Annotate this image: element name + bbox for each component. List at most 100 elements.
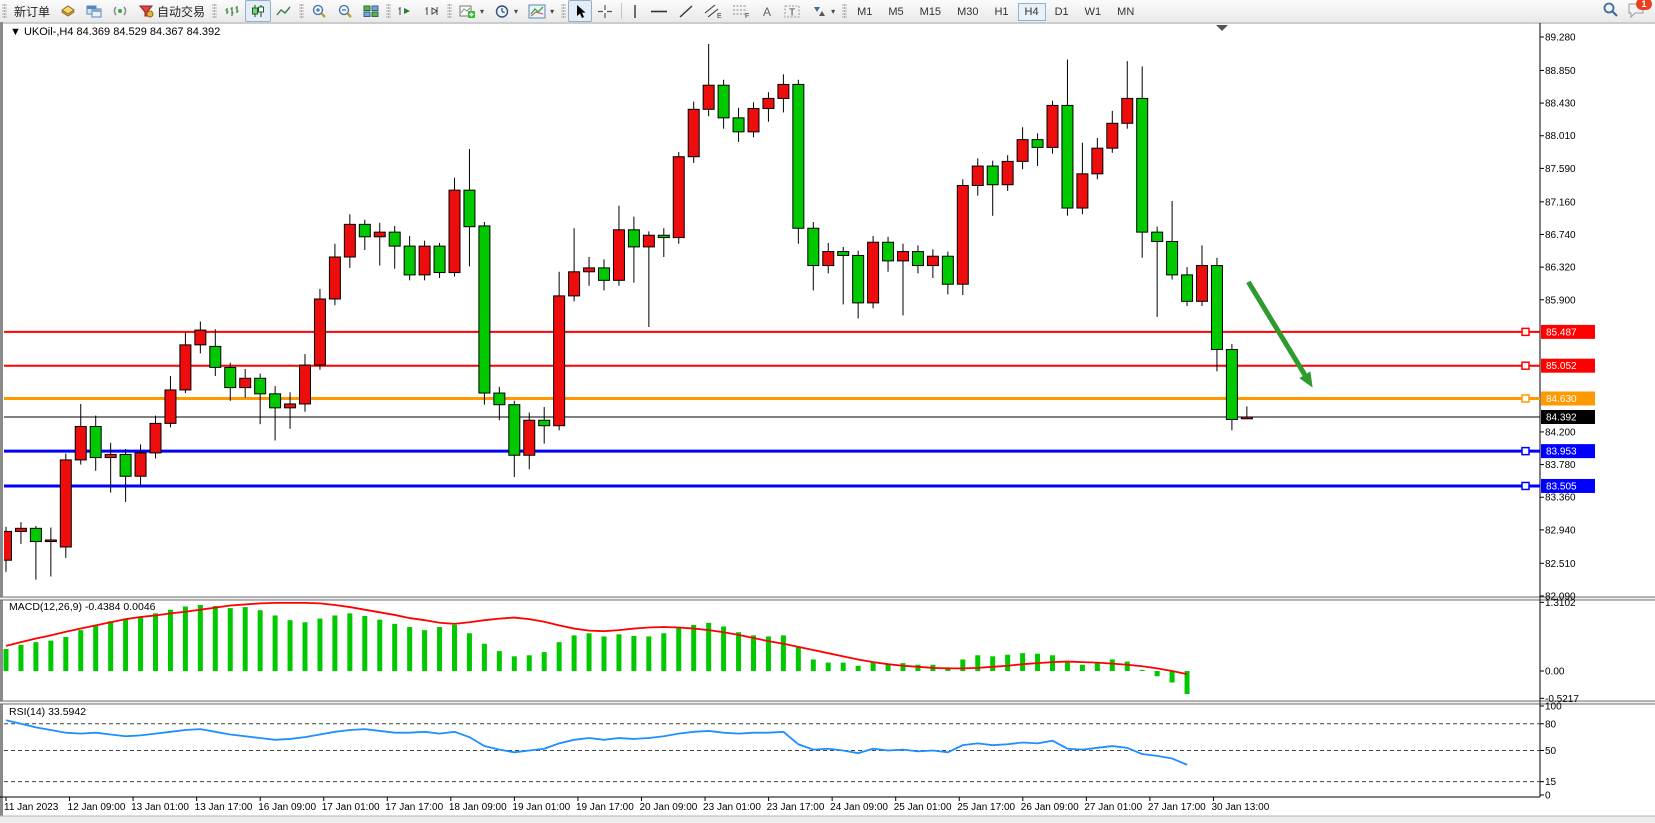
support-2-handle[interactable]	[1522, 482, 1529, 489]
timeframe-M5[interactable]: M5	[881, 3, 910, 21]
candle	[374, 232, 385, 237]
macd-histogram-bar	[347, 613, 352, 671]
period-button[interactable]: ▾	[489, 0, 523, 22]
timeframe-M30[interactable]: M30	[950, 3, 985, 21]
cursor-button[interactable]	[568, 0, 592, 22]
macd-histogram-bar	[437, 627, 442, 671]
macd-histogram-bar	[1080, 665, 1085, 671]
rsi-axis-label: 80	[1545, 719, 1557, 730]
depth-of-market-button[interactable]	[55, 0, 81, 22]
macd-histogram-bar	[362, 616, 367, 671]
macd-histogram-bar	[303, 622, 308, 671]
time-axis-label: 30 Jan 13:00	[1211, 802, 1269, 813]
window-border-left	[0, 22, 3, 816]
macd-histogram-bar	[198, 605, 203, 671]
candle	[1032, 140, 1043, 148]
candle	[823, 252, 834, 266]
timeframe-M1[interactable]: M1	[850, 3, 879, 21]
timeframe-H4[interactable]: H4	[1018, 3, 1046, 21]
text-label-button[interactable]: T	[779, 0, 806, 22]
candle	[688, 109, 699, 156]
resistance-2-handle[interactable]	[1522, 362, 1529, 369]
candle	[838, 252, 849, 256]
pivot-orange-handle[interactable]	[1522, 395, 1529, 402]
fibonacci-icon: F	[732, 3, 750, 19]
candle	[673, 157, 684, 238]
chart-canvas[interactable]: 89.28088.85088.43088.01087.59087.16086.7…	[0, 22, 1655, 823]
terminal-windows-button[interactable]	[81, 0, 107, 22]
resistance-1-handle[interactable]	[1522, 328, 1529, 335]
macd-histogram-bar	[1050, 655, 1055, 671]
template-button[interactable]: ▾	[523, 0, 559, 22]
macd-histogram-bar	[228, 608, 233, 671]
search-icon[interactable]	[1602, 1, 1619, 21]
tile-windows-button[interactable]	[358, 0, 384, 22]
candle	[1182, 275, 1193, 301]
line-chart-button[interactable]	[271, 0, 297, 22]
candle	[1077, 174, 1088, 208]
macd-histogram-bar	[317, 619, 322, 671]
candle	[1226, 350, 1237, 420]
macd-histogram-bar	[78, 630, 83, 671]
macd-histogram-bar	[452, 625, 457, 671]
main-toolbar: 新订单 自动交易 ▾ ▾	[0, 0, 1655, 23]
chart-window[interactable]: 89.28088.85088.43088.01087.59087.16086.7…	[0, 22, 1655, 823]
text-button[interactable]: A	[755, 0, 779, 22]
trendline-button[interactable]	[673, 0, 699, 22]
time-axis-label: 23 Jan 17:00	[767, 802, 825, 813]
timeframe-D1[interactable]: D1	[1048, 3, 1076, 21]
price-tick-label: 83.360	[1545, 493, 1576, 504]
candle	[15, 528, 26, 531]
zoom-out-button[interactable]	[332, 0, 358, 22]
timeframe-W1[interactable]: W1	[1078, 3, 1109, 21]
macd-histogram-bar	[871, 663, 876, 671]
candle	[464, 190, 475, 227]
timeframe-MN[interactable]: MN	[1110, 3, 1141, 21]
macd-histogram-bar	[572, 635, 577, 671]
new-order-button[interactable]: 新订单	[9, 0, 55, 22]
macd-histogram-bar	[646, 636, 651, 671]
auto-scroll-button[interactable]	[393, 0, 419, 22]
crosshair-button[interactable]	[592, 0, 618, 22]
resistance-2-tag-label: 85.052	[1546, 361, 1577, 372]
macd-histogram-bar	[243, 607, 248, 671]
macd-histogram-bar	[497, 651, 502, 671]
autotrade-button[interactable]: 自动交易	[133, 0, 210, 22]
vertical-line-button[interactable]	[625, 0, 645, 22]
bar-chart-button[interactable]	[219, 0, 245, 22]
price-tick-label: 82.940	[1545, 525, 1576, 536]
fibonacci-button[interactable]: F	[727, 0, 755, 22]
macd-histogram-bar	[183, 607, 188, 671]
equidistant-channel-button[interactable]: E	[699, 0, 727, 22]
price-tick-label: 84.200	[1545, 427, 1576, 438]
candle	[808, 228, 819, 265]
toolbar-grip	[447, 3, 452, 19]
zoom-in-button[interactable]	[306, 0, 332, 22]
add-indicator-button[interactable]: ▾	[454, 0, 489, 22]
candle	[898, 252, 909, 261]
candle	[479, 226, 490, 393]
candle-chart-button[interactable]	[245, 0, 271, 22]
arrows-button[interactable]: ▾	[806, 0, 840, 22]
horizontal-line-button[interactable]	[645, 0, 673, 22]
chat-button[interactable]: 1	[1627, 2, 1645, 21]
timeframe-H1[interactable]: H1	[987, 3, 1015, 21]
chevron-down-icon: ▾	[514, 7, 518, 16]
text-label-icon: T	[784, 4, 801, 19]
candle	[285, 404, 296, 408]
candle	[942, 256, 953, 284]
candle	[150, 423, 161, 453]
timeframe-M15[interactable]: M15	[913, 3, 948, 21]
chart-shift-button[interactable]	[419, 0, 445, 22]
price-tick-label: 85.900	[1545, 295, 1576, 306]
macd-histogram-bar	[856, 666, 861, 671]
candle	[494, 393, 505, 405]
candle	[404, 246, 415, 275]
candle	[45, 540, 56, 542]
autotrade-icon	[138, 4, 154, 18]
signals-button[interactable]	[107, 0, 133, 22]
support-1-handle[interactable]	[1522, 448, 1529, 455]
candle	[658, 235, 669, 237]
candle	[584, 268, 595, 272]
macd-histogram-bar	[1125, 662, 1130, 671]
